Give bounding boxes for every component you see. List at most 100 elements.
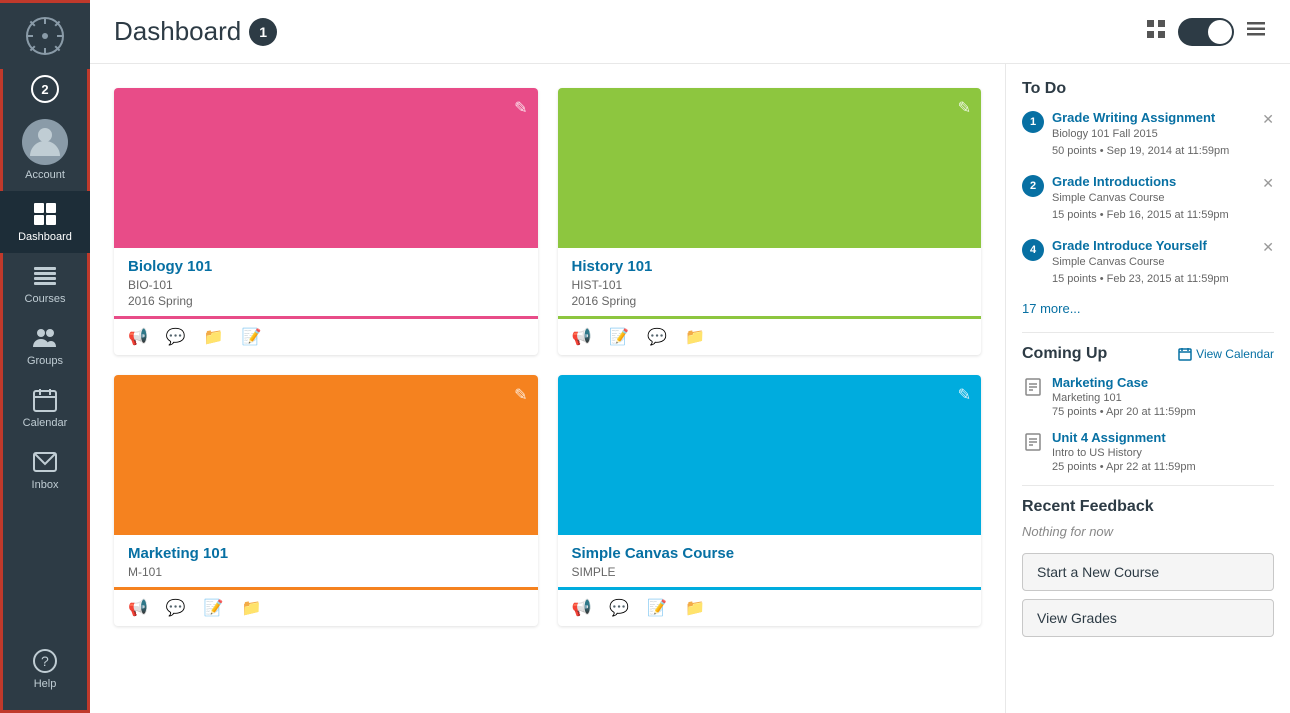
course-title-marketing[interactable]: Marketing 101: [128, 545, 228, 562]
coming-up-course-2: Intro to US History: [1052, 447, 1274, 459]
announcements-icon-history[interactable]: 📢: [572, 327, 592, 347]
sidebar-item-calendar-label: Calendar: [23, 417, 68, 429]
edit-icon-simple[interactable]: ✎: [958, 385, 971, 405]
todo-title-1[interactable]: Grade Writing Assignment: [1052, 110, 1254, 125]
sidebar-item-inbox[interactable]: Inbox: [0, 439, 90, 501]
course-card-simple: ✎ Simple Canvas Course SIMPLE 📢 💬 📝 📁: [558, 375, 982, 626]
todo-close-1[interactable]: ✕: [1262, 111, 1274, 128]
coming-up-title-1[interactable]: Marketing Case: [1052, 375, 1274, 390]
sidebar-item-calendar[interactable]: Calendar: [0, 377, 90, 439]
course-card-biology: ✎ Biology 101 BIO-101 2016 Spring 📢 💬 📁 …: [114, 88, 538, 355]
course-card-body-marketing: Marketing 101 M-101: [114, 535, 538, 587]
view-calendar-label: View Calendar: [1196, 347, 1274, 361]
course-card-image-marketing: ✎: [114, 375, 538, 535]
course-card-image-history: ✎: [558, 88, 982, 248]
assignment-icon-1: [1022, 376, 1044, 398]
todo-num-1: 1: [1022, 111, 1044, 133]
view-grades-button[interactable]: View Grades: [1022, 599, 1274, 637]
announcements-icon-marketing[interactable]: 📢: [128, 598, 148, 618]
recent-feedback-title: Recent Feedback: [1022, 498, 1274, 516]
sidebar-item-help[interactable]: ? Help: [0, 634, 90, 704]
announcements-icon-simple[interactable]: 📢: [572, 598, 592, 618]
sidebar: 2 Account Dashboard Courses Groups Calen…: [0, 0, 90, 713]
todo-course-2: Simple Canvas Course: [1052, 191, 1254, 206]
files-icon-marketing[interactable]: 📁: [242, 598, 262, 618]
svg-text:?: ?: [41, 653, 49, 669]
todo-title-3[interactable]: Grade Introduce Yourself: [1052, 238, 1254, 253]
discussions-icon-history[interactable]: 💬: [647, 327, 667, 347]
sidebar-item-groups-label: Groups: [27, 355, 63, 367]
header-controls: [1146, 18, 1266, 46]
course-title-simple[interactable]: Simple Canvas Course: [572, 545, 735, 562]
course-card-footer-simple: 📢 💬 📝 📁: [558, 587, 982, 626]
assignments-icon-marketing[interactable]: 📝: [204, 598, 224, 618]
header-title-container: Dashboard 1: [114, 16, 277, 47]
coming-up-detail-1: 75 points • Apr 20 at 11:59pm: [1052, 406, 1274, 418]
start-new-course-button[interactable]: Start a New Course: [1022, 553, 1274, 591]
course-title-biology[interactable]: Biology 101: [128, 258, 212, 275]
assignments-icon-simple[interactable]: 📝: [647, 598, 667, 618]
announcements-icon-biology[interactable]: 📢: [128, 327, 148, 347]
coming-up-title: Coming Up: [1022, 345, 1107, 363]
course-card-image-simple: ✎: [558, 375, 982, 535]
sidebar-item-courses[interactable]: Courses: [0, 253, 90, 315]
todo-item-2: 2 Grade Introductions Simple Canvas Cour…: [1022, 174, 1274, 224]
assignments-icon-history[interactable]: 📝: [609, 327, 629, 347]
avatar: [22, 119, 68, 165]
todo-num-2: 2: [1022, 175, 1044, 197]
sidebar-item-inbox-label: Inbox: [32, 479, 59, 491]
sidebar-item-dashboard[interactable]: Dashboard: [0, 191, 90, 253]
divider-2: [1022, 485, 1274, 486]
course-title-history[interactable]: History 101: [572, 258, 653, 275]
course-card-body-history: History 101 HIST-101 2016 Spring: [558, 248, 982, 316]
discussions-icon-biology[interactable]: 💬: [166, 327, 186, 347]
todo-close-3[interactable]: ✕: [1262, 239, 1274, 256]
course-card-footer-history: 📢 📝 💬 📁: [558, 316, 982, 355]
todo-course-1: Biology 101 Fall 2015: [1052, 127, 1254, 142]
sidebar-item-courses-label: Courses: [25, 293, 66, 305]
nothing-text: Nothing for now: [1022, 524, 1274, 539]
course-code-marketing: M-101: [128, 565, 524, 579]
course-card-history: ✎ History 101 HIST-101 2016 Spring 📢 📝 💬…: [558, 88, 982, 355]
header: Dashboard 1: [90, 0, 1290, 64]
files-icon-history[interactable]: 📁: [685, 327, 705, 347]
right-sidebar: To Do 1 Grade Writing Assignment Biology…: [1005, 64, 1290, 713]
view-toggle[interactable]: [1178, 18, 1234, 46]
edit-icon-biology[interactable]: ✎: [514, 98, 527, 118]
header-badge: 1: [249, 18, 277, 46]
files-icon-biology[interactable]: 📁: [204, 327, 224, 347]
coming-up-header: Coming Up View Calendar: [1022, 345, 1274, 363]
course-card-image-biology: ✎: [114, 88, 538, 248]
edit-icon-marketing[interactable]: ✎: [514, 385, 527, 405]
discussions-icon-marketing[interactable]: 💬: [166, 598, 186, 618]
badge-count: 2: [31, 75, 59, 103]
coming-up-course-1: Marketing 101: [1052, 392, 1274, 404]
list-view-icon[interactable]: [1246, 19, 1266, 44]
coming-up-content-1: Marketing Case Marketing 101 75 points •…: [1052, 375, 1274, 418]
todo-course-3: Simple Canvas Course: [1052, 255, 1254, 270]
course-term-biology: 2016 Spring: [128, 294, 524, 308]
todo-close-2[interactable]: ✕: [1262, 175, 1274, 192]
discussions-icon-simple[interactable]: 💬: [609, 598, 629, 618]
sidebar-logo[interactable]: [0, 3, 90, 69]
courses-grid: ✎ Biology 101 BIO-101 2016 Spring 📢 💬 📁 …: [90, 64, 1005, 713]
todo-num-3: 4: [1022, 239, 1044, 261]
files-icon-simple[interactable]: 📁: [685, 598, 705, 618]
course-card-footer-biology: 📢 💬 📁 📝: [114, 316, 538, 355]
sidebar-item-account[interactable]: Account: [0, 109, 90, 191]
assignments-icon-biology[interactable]: 📝: [242, 327, 262, 347]
assignment-icon-2: [1022, 431, 1044, 453]
coming-up-content-2: Unit 4 Assignment Intro to US History 25…: [1052, 430, 1274, 473]
edit-icon-history[interactable]: ✎: [958, 98, 971, 118]
sidebar-item-groups[interactable]: Groups: [0, 315, 90, 377]
view-calendar-link[interactable]: View Calendar: [1178, 347, 1274, 361]
todo-item-3: 4 Grade Introduce Yourself Simple Canvas…: [1022, 238, 1274, 288]
grid-view-icon[interactable]: [1146, 19, 1166, 44]
sidebar-item-account-label: Account: [25, 169, 65, 181]
todo-title-2[interactable]: Grade Introductions: [1052, 174, 1254, 189]
divider-1: [1022, 332, 1274, 333]
more-todo-link[interactable]: 17 more...: [1022, 301, 1274, 316]
coming-up-title-2[interactable]: Unit 4 Assignment: [1052, 430, 1274, 445]
coming-up-item-1: Marketing Case Marketing 101 75 points •…: [1022, 375, 1274, 418]
notifications-badge[interactable]: 2: [0, 69, 90, 109]
